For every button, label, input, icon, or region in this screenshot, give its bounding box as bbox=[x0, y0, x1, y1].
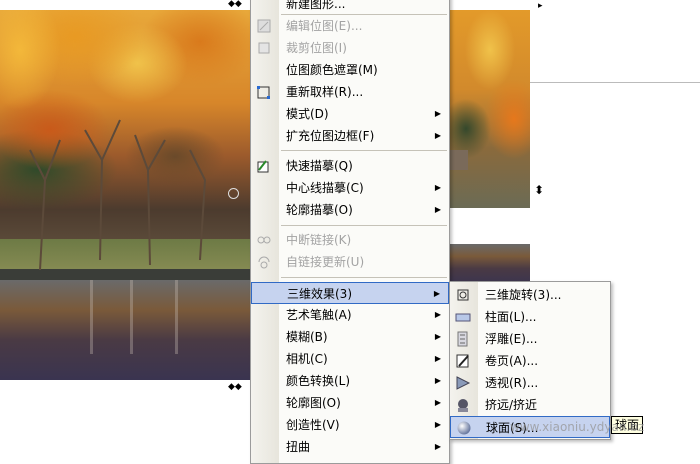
guide-line bbox=[530, 82, 700, 83]
menu-item-label: 相机(C) bbox=[286, 352, 328, 366]
submenu-arrow-icon: ▶ bbox=[434, 376, 441, 385]
menu-item-label: 模式(D) bbox=[286, 107, 329, 121]
submenu-arrow-icon: ▶ bbox=[434, 109, 441, 118]
submenu-item-page-curl[interactable]: 卷页(A)... bbox=[450, 350, 610, 372]
menu-item-break-link[interactable]: 中断链接(K) bbox=[251, 229, 449, 251]
submenu-arrow-icon: ▶ bbox=[434, 332, 441, 341]
submenu-item-emboss[interactable]: 浮雕(E)... bbox=[450, 328, 610, 350]
menu-item-quick-trace[interactable]: 快速描摹(Q) bbox=[251, 155, 449, 177]
menu-item-label: 扭曲 bbox=[286, 440, 311, 454]
submenu-arrow-icon: ▶ bbox=[434, 131, 441, 140]
menu-item-label: 三维效果(3) bbox=[287, 287, 352, 301]
page-curl-icon bbox=[456, 354, 469, 368]
menu-item-label: 编辑位图(E)... bbox=[286, 19, 363, 33]
submenu-arrow-icon: ▶ bbox=[433, 289, 440, 298]
menu-item-label: 新建图形... bbox=[286, 0, 346, 11]
submenu-arrow-icon: ▶ bbox=[434, 310, 441, 319]
house bbox=[450, 150, 468, 170]
menu-item-label: 扩充位图边框(F) bbox=[286, 129, 375, 143]
cylinder-icon bbox=[455, 313, 471, 322]
menu-item-resample[interactable]: 重新取样(R)... bbox=[251, 81, 449, 103]
menu-item-label: 三维旋转(3)... bbox=[485, 288, 562, 302]
menu-item-label: 轮廓图(O) bbox=[286, 396, 341, 410]
menu-item-mode[interactable]: 模式(D) ▶ bbox=[251, 103, 449, 125]
menu-item-label: 柱面(L)... bbox=[485, 310, 537, 324]
menu-item-label: 创造性(V) bbox=[286, 418, 340, 432]
menu-item-label: 自链接更新(U) bbox=[286, 255, 365, 269]
perspective-icon bbox=[456, 376, 471, 390]
bare-tree-trunks bbox=[29, 119, 207, 271]
menu-item-label: 裁剪位图(I) bbox=[286, 41, 347, 55]
quick-trace-icon bbox=[257, 160, 269, 173]
menu-item-blur[interactable]: 模糊(B) ▶ bbox=[251, 326, 449, 348]
resample-icon bbox=[257, 86, 270, 99]
submenu-arrow-icon: ▶ bbox=[434, 354, 441, 363]
menu-separator bbox=[281, 277, 447, 278]
menu-item-3d-effects[interactable]: 三维效果(3) ▶ bbox=[251, 282, 449, 304]
menu-item-label: 卷页(A)... bbox=[485, 354, 539, 368]
menu-item-new-graphic[interactable]: 新建图形... bbox=[251, 0, 449, 15]
selection-handle[interactable]: ◆◆ bbox=[228, 0, 242, 9]
3d-rotate-icon bbox=[457, 289, 469, 301]
3d-effects-submenu: 三维旋转(3)... 柱面(L)... 浮雕(E)... 卷页(A)... 透视… bbox=[449, 281, 611, 440]
edit-bitmap-icon bbox=[257, 19, 271, 33]
menu-item-distort[interactable]: 扭曲 ▶ bbox=[251, 436, 449, 458]
rotation-center-marker[interactable] bbox=[228, 188, 239, 199]
menu-item-label: 重新取样(R)... bbox=[286, 85, 364, 99]
menu-item-label: 轮廓描摹(O) bbox=[286, 203, 353, 217]
selection-handle[interactable]: ⬍ bbox=[534, 184, 544, 196]
selection-handle[interactable]: ▸ bbox=[538, 2, 543, 11]
menu-item-creative[interactable]: 创造性(V) ▶ bbox=[251, 414, 449, 436]
menu-item-expand-bitmap-border[interactable]: 扩充位图边框(F) ▶ bbox=[251, 125, 449, 147]
submenu-arrow-icon: ▶ bbox=[434, 183, 441, 192]
menu-item-label: 透视(R)... bbox=[485, 376, 539, 390]
submenu-arrow-icon: ▶ bbox=[434, 398, 441, 407]
submenu-item-cylinder[interactable]: 柱面(L)... bbox=[450, 306, 610, 328]
pinch-punch-icon bbox=[458, 399, 468, 412]
menu-item-contour[interactable]: 轮廓图(O) ▶ bbox=[251, 392, 449, 414]
selection-handle[interactable]: ◆◆ bbox=[228, 383, 242, 392]
menu-item-crop-bitmap[interactable]: 裁剪位图(I) bbox=[251, 37, 449, 59]
menu-item-label: 位图颜色遮罩(M) bbox=[286, 63, 378, 77]
emboss-icon bbox=[457, 331, 468, 347]
sphere-icon bbox=[457, 421, 471, 435]
menu-separator bbox=[281, 150, 447, 151]
menu-item-label: 挤远/挤近 bbox=[485, 398, 538, 412]
menu-item-update-link[interactable]: 自链接更新(U) bbox=[251, 251, 449, 273]
menu-item-label: 艺术笔触(A) bbox=[286, 308, 352, 322]
menu-item-outline-trace[interactable]: 轮廓描摹(O) ▶ bbox=[251, 199, 449, 221]
submenu-arrow-icon: ▶ bbox=[434, 442, 441, 451]
bitmap-image[interactable] bbox=[0, 10, 250, 380]
menu-item-centerline-trace[interactable]: 中心线描摹(C) ▶ bbox=[251, 177, 449, 199]
menu-item-label: 中心线描摹(C) bbox=[286, 181, 364, 195]
submenu-item-pinch-punch[interactable]: 挤远/挤近 bbox=[450, 394, 610, 416]
submenu-arrow-icon: ▶ bbox=[434, 420, 441, 429]
menu-item-art-strokes[interactable]: 艺术笔触(A) ▶ bbox=[251, 304, 449, 326]
menu-separator bbox=[281, 225, 447, 226]
submenu-item-3d-rotate[interactable]: 三维旋转(3)... bbox=[450, 284, 610, 306]
menu-item-label: 颜色转换(L) bbox=[286, 374, 351, 388]
break-link-icon bbox=[257, 236, 271, 244]
lake-water bbox=[450, 243, 530, 285]
submenu-item-perspective[interactable]: 透视(R)... bbox=[450, 372, 610, 394]
update-link-icon bbox=[258, 256, 270, 269]
bitmap-image-right[interactable] bbox=[450, 10, 530, 285]
menu-item-label: 中断链接(K) bbox=[286, 233, 352, 247]
menu-item-camera[interactable]: 相机(C) ▶ bbox=[251, 348, 449, 370]
menu-item-label: 浮雕(E)... bbox=[485, 332, 538, 346]
crop-bitmap-icon bbox=[258, 42, 270, 54]
menu-item-bitmap-color-mask[interactable]: 位图颜色遮罩(M) bbox=[251, 59, 449, 81]
menu-item-label: 快速描摹(Q) bbox=[286, 159, 353, 173]
submenu-arrow-icon: ▶ bbox=[434, 205, 441, 214]
bitmap-context-menu: 新建图形... 编辑位图(E)... 裁剪位图(I) 位图颜色遮罩(M) 重新取… bbox=[250, 0, 450, 464]
menu-item-color-transform[interactable]: 颜色转换(L) ▶ bbox=[251, 370, 449, 392]
watermark-text: www.xiaoniu.ydyan.bz bbox=[510, 420, 645, 434]
menu-item-edit-bitmap[interactable]: 编辑位图(E)... bbox=[251, 15, 449, 37]
menu-item-label: 模糊(B) bbox=[286, 330, 328, 344]
autumn-trees bbox=[450, 10, 530, 208]
